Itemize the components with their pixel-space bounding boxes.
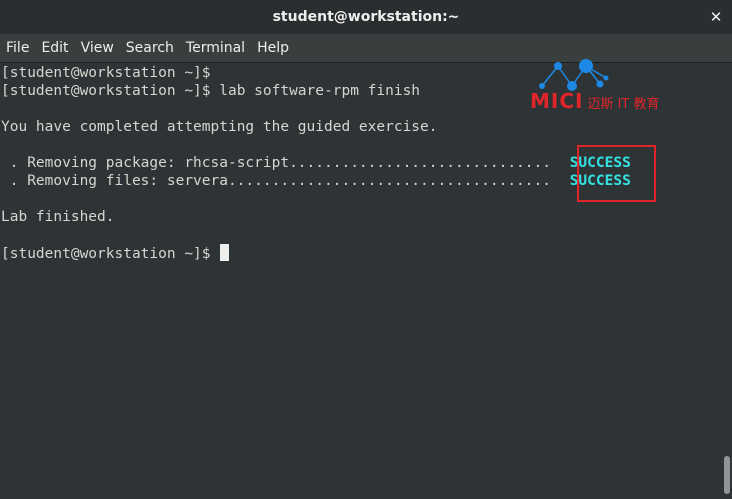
removing-package-text: . Removing package: rhcsa-script........… <box>1 155 560 171</box>
menu-terminal[interactable]: Terminal <box>180 34 251 63</box>
menu-search[interactable]: Search <box>120 34 180 63</box>
success-annotation-box <box>577 145 656 202</box>
menu-view[interactable]: View <box>75 34 120 63</box>
terminal-prompt-line: [student@workstation ~]$ <box>1 244 230 262</box>
menu-help[interactable]: Help <box>251 34 295 63</box>
logo-subtitle: 迈斯 IT 教育 <box>587 97 660 112</box>
text-cursor <box>220 244 230 261</box>
terminal-line: Lab finished. <box>1 209 115 225</box>
prompt-text: [student@workstation ~]$ <box>1 246 220 262</box>
menu-edit[interactable]: Edit <box>35 34 74 63</box>
window-title: student@workstation:~ <box>272 9 460 25</box>
terminal-line-removing-files: . Removing files: servera...............… <box>1 172 631 190</box>
logo-brand: MICI <box>530 89 584 113</box>
terminal-area[interactable]: [student@workstation ~]$ [student@workst… <box>0 63 722 499</box>
terminal-line: [student@workstation ~]$ lab software-rp… <box>1 83 421 99</box>
close-icon: ✕ <box>709 8 723 26</box>
vertical-scrollbar[interactable] <box>722 63 732 499</box>
scrollbar-thumb[interactable] <box>724 456 730 494</box>
close-button[interactable]: ✕ <box>706 7 726 27</box>
removing-files-text: . Removing files: servera...............… <box>1 173 560 189</box>
terminal-line: [student@workstation ~]$ <box>1 65 211 81</box>
terminal-line-removing-package: . Removing package: rhcsa-script........… <box>1 154 631 172</box>
menu-file[interactable]: File <box>0 34 35 63</box>
watermark-logo: MICI 迈斯 IT 教育 <box>528 56 708 116</box>
logo-wordmark: MICI 迈斯 IT 教育 <box>530 89 660 113</box>
window-titlebar: student@workstation:~ ✕ <box>0 0 732 34</box>
terminal-line: You have completed attempting the guided… <box>1 119 438 135</box>
